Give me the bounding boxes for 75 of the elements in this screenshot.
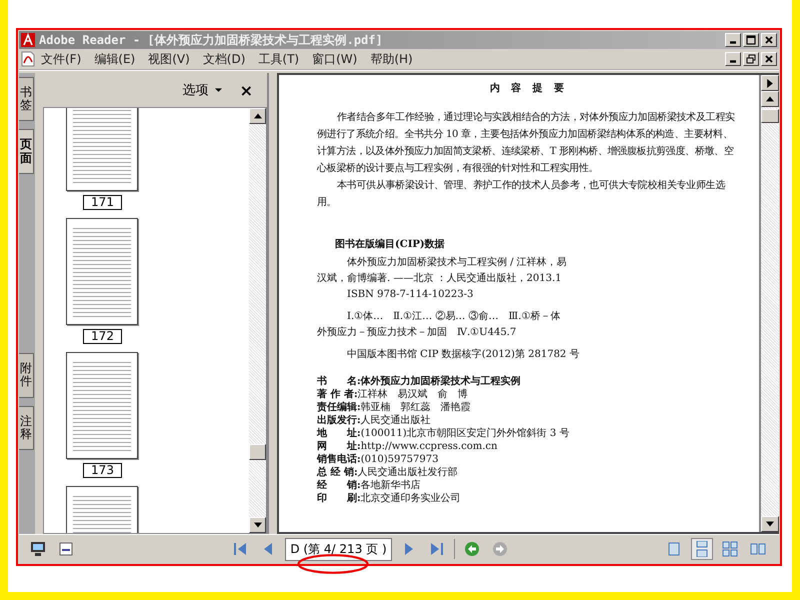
- cip-line: 中国版本图书馆 CIP 数据核字(2012)第 281782 号: [346, 348, 580, 362]
- last-page-icon: [428, 541, 445, 557]
- credit-line: 经 销:各地新华书店: [317, 479, 422, 492]
- page-heading: 内 容 提 要: [488, 81, 570, 95]
- page-thumbnail[interactable]: [66, 108, 138, 191]
- scrollbar-thumb[interactable]: [249, 444, 266, 460]
- close-button[interactable]: [761, 52, 777, 66]
- window-title: Adobe Reader - [体外预应力加固桥梁技术与工程实例.pdf]: [39, 32, 384, 48]
- scrollbar-thumb[interactable]: [761, 109, 779, 123]
- close-panel-button[interactable]: ×: [240, 80, 253, 100]
- scroll-up-icon: [254, 113, 262, 119]
- pdf-document-icon: [21, 51, 35, 67]
- caret-icon: [214, 88, 222, 92]
- cip-line: 汉斌，俞博编著. ——北京 ：人民交通出版社，2013.1: [317, 272, 563, 286]
- cip-line: ISBN 978-7-114-10223-3: [346, 288, 474, 302]
- maximize-icon: [746, 35, 756, 45]
- summary-paragraph: 本书可供从事桥梁设计、管理、养护工作的技术人员参考，也可供大专院校相关专业师生选用。: [317, 178, 726, 210]
- maximize-button[interactable]: [743, 33, 759, 47]
- side-tab[interactable]: 附件: [19, 353, 34, 398]
- credit-line: 地 址:(100011)北京市朝阳区安定门外外馆斜街 3 号: [317, 427, 570, 440]
- app-logo-icon: [21, 33, 35, 47]
- credit-line: 印 刷:北京交通印务实业公司: [317, 492, 462, 505]
- page-number-label: 173: [83, 463, 122, 478]
- credit-line: 销售电话:(010)59757973: [317, 453, 440, 466]
- scroll-down-icon: [254, 522, 262, 528]
- page-thumbnail[interactable]: [66, 218, 138, 325]
- scrollbar[interactable]: [759, 75, 779, 532]
- side-tab[interactable]: 页面: [19, 129, 34, 174]
- side-tab[interactable]: 书签: [19, 77, 34, 122]
- menu-item[interactable]: 文档(D): [202, 50, 246, 68]
- page-thumbnail[interactable]: [66, 352, 138, 459]
- minimize-button[interactable]: [725, 52, 741, 66]
- page-layout-icon: [722, 541, 738, 557]
- menu-item[interactable]: 视图(V): [148, 50, 190, 68]
- close-button[interactable]: [761, 33, 777, 47]
- menu-item[interactable]: 帮助(H): [370, 50, 413, 68]
- summary-paragraph: 作者结合多年工作经验，通过理论与实践相结合的方法，对体外预应力加固桥梁技术及工程实例进行了系统介绍。全书共分 10 章，主要包括体外预应力加固桥梁结构体系的构造、主要材料、计算方法，以及体外预应力加固简支梁桥、连续梁桥、T 形刚构桥、增强腹板抗剪强度、桥墩、空心板梁桥的设计要点与工程实例，有很强的针对性和工程实用性。: [317, 110, 736, 176]
- side-tab[interactable]: 注释: [19, 406, 34, 450]
- minimize-icon: [730, 60, 736, 63]
- scroll-up-icon: [766, 96, 774, 102]
- credit-line: 网 址:http://www.ccpress.com.cn: [317, 440, 498, 453]
- credit-line: 责任编辑:韩亚楠 郭红蕊 潘艳霞: [317, 401, 472, 414]
- page-layout-icon: [694, 541, 710, 557]
- scroll-down-icon: [766, 521, 774, 527]
- menu-item[interactable]: 窗口(W): [312, 50, 358, 68]
- menu-item[interactable]: 编辑(E): [94, 50, 136, 68]
- close-icon: [764, 35, 774, 45]
- page-thumbnail[interactable]: [66, 486, 138, 533]
- options-menu-button[interactable]: 选项: [182, 81, 222, 99]
- cip-line: 体外预应力加固桥梁技术与工程实例 / 江祥林，易: [346, 256, 568, 270]
- monitor-icon: [30, 541, 46, 557]
- menu-item[interactable]: 文件(F): [41, 50, 82, 68]
- page-number-label: 171: [83, 195, 122, 210]
- page-layout-button[interactable]: [691, 538, 714, 560]
- menu-item[interactable]: 工具(T): [258, 50, 300, 68]
- restore-button[interactable]: [743, 52, 759, 66]
- first-page-icon: [232, 541, 248, 557]
- restore-icon: [746, 54, 756, 64]
- credit-line: 著 作 者:江祥林 易汉斌 俞 博: [317, 388, 469, 401]
- credit-line: 书 名:体外预应力加固桥梁技术与工程实例: [317, 375, 522, 388]
- credit-line: 出版发行:人民交通出版社: [317, 414, 432, 427]
- close-icon: [764, 54, 774, 64]
- page-number-field[interactable]: D (第 4/ 213 页 ): [285, 538, 392, 560]
- panel-toggle-icon: [767, 78, 773, 88]
- minimize-icon: [730, 41, 736, 44]
- page-number-label: 172: [83, 329, 122, 344]
- credit-line: 总 经 销:人民交通出版社发行部: [317, 466, 459, 479]
- cip-heading: 图书在版编目(CIP)数据: [335, 238, 446, 251]
- cip-line: Ⅰ.①体… Ⅱ.①江… ②易… ③俞… Ⅲ.①桥－体: [346, 310, 562, 324]
- scrollbar[interactable]: [249, 108, 266, 533]
- page-layout-icon: [666, 541, 682, 557]
- cip-line: 外预应力－预应力技术－加固 Ⅳ.①U445.7: [317, 326, 518, 340]
- page-layout-icon: [750, 541, 766, 557]
- window-icon: [58, 541, 74, 557]
- minimize-button[interactable]: [725, 33, 741, 47]
